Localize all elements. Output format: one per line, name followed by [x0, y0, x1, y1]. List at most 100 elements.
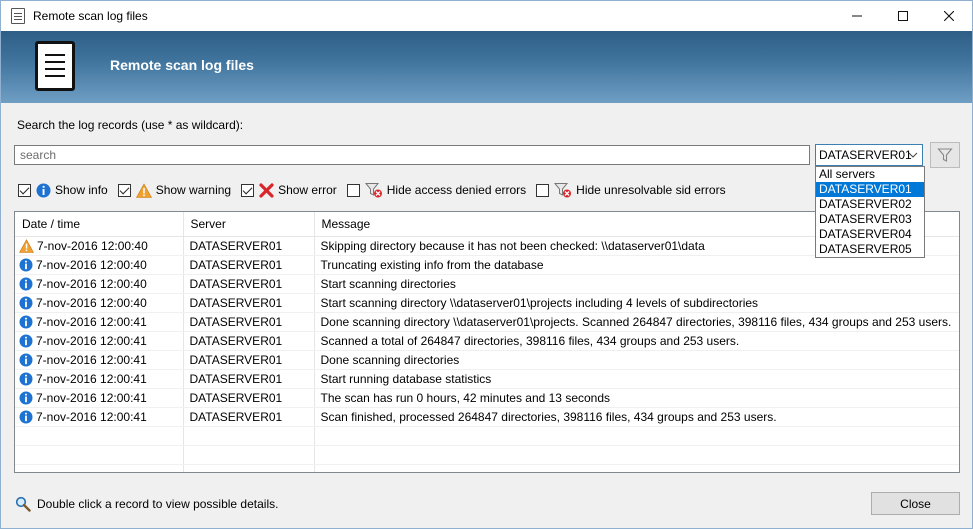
- empty-cell: [15, 426, 184, 446]
- minimize-icon: [852, 15, 862, 17]
- show-error-filter[interactable]: Show error: [241, 182, 337, 198]
- show-info-checkbox[interactable]: [18, 183, 31, 197]
- show-warning-label: Show warning: [155, 183, 232, 197]
- cell-message: Start running database statistics: [314, 369, 959, 389]
- empty-row: [15, 426, 959, 446]
- log-document-icon: [35, 41, 75, 91]
- table-row[interactable]: 7-nov-2016 12:00:40 DATASERVER01 Start sca…: [15, 293, 959, 313]
- empty-cell: [314, 464, 959, 472]
- header-banner: Remote scan log files: [1, 31, 972, 103]
- warning-icon: [135, 182, 152, 198]
- cell-server: DATASERVER01: [183, 350, 315, 370]
- show-error-checkbox[interactable]: [241, 183, 255, 197]
- hint-text: Double click a record to view possible d…: [37, 497, 279, 511]
- column-header-server[interactable]: Server: [183, 212, 315, 237]
- cell-date-time: 7-nov-2016 12:00:40: [15, 274, 184, 294]
- server-select[interactable]: DATASERVER01: [815, 144, 923, 166]
- server-option-all[interactable]: All servers: [816, 167, 924, 182]
- cell-date-time: 7-nov-2016 12:00:41: [15, 312, 184, 332]
- footer-hint: Double click a record to view possible d…: [15, 496, 278, 512]
- date-time-text: 7-nov-2016 12:00:41: [36, 314, 147, 329]
- filter-button[interactable]: [930, 142, 960, 168]
- column-header-date-time[interactable]: Date / time: [15, 212, 184, 237]
- server-option-dataserver05[interactable]: DATASERVER05: [816, 242, 924, 257]
- server-option-dataserver01[interactable]: DATASERVER01: [816, 182, 924, 197]
- info-icon: [36, 183, 51, 197]
- warning-icon: [19, 238, 34, 253]
- cell-message: Done scanning directories: [314, 350, 959, 370]
- server-dropdown-list: All servers DATASERVER01 DATASERVER02 DA…: [815, 166, 925, 258]
- maximize-icon: [898, 11, 908, 21]
- date-time-text: 7-nov-2016 12:00:41: [36, 352, 147, 367]
- empty-cell: [15, 464, 184, 472]
- show-warning-checkbox[interactable]: [117, 183, 131, 197]
- date-time-text: 7-nov-2016 12:00:40: [36, 257, 147, 272]
- hide-unresolvable-sid-checkbox[interactable]: [536, 183, 550, 197]
- close-window-button[interactable]: [926, 1, 972, 31]
- table-row[interactable]: 7-nov-2016 12:00:41 DATASERVER01 Start run…: [15, 369, 959, 389]
- server-option-dataserver03[interactable]: DATASERVER03: [816, 212, 924, 227]
- hide-unresolvable-sid-filter[interactable]: Hide unresolvable sid errors: [536, 182, 726, 198]
- table-row[interactable]: 7-nov-2016 12:00:41 DATASERVER01 The scan …: [15, 388, 959, 408]
- cell-message: Scan finished, processed 264847 director…: [314, 407, 959, 427]
- cell-message: Scanned a total of 264847 directories, 3…: [314, 331, 959, 351]
- document-icon: [11, 8, 25, 24]
- maximize-button[interactable]: [880, 1, 926, 31]
- cell-server: DATASERVER01: [183, 274, 315, 294]
- minimize-button[interactable]: [834, 1, 880, 31]
- funnel-icon: [937, 148, 953, 162]
- cell-date-time: 7-nov-2016 12:00:41: [15, 369, 184, 389]
- info-icon: [19, 296, 33, 309]
- table-row[interactable]: 7-nov-2016 12:00:41 DATASERVER01 Scan fini…: [15, 407, 959, 427]
- empty-cell: [314, 426, 959, 446]
- empty-cell: [314, 445, 959, 465]
- close-button[interactable]: Close: [871, 492, 960, 515]
- show-info-filter[interactable]: Show info: [18, 183, 108, 198]
- table-row[interactable]: 7-nov-2016 12:00:41 DATASERVER01 Scanned a…: [15, 331, 959, 351]
- server-option-dataserver02[interactable]: DATASERVER02: [816, 197, 924, 212]
- show-error-label: Show error: [278, 183, 337, 197]
- server-option-dataserver04[interactable]: DATASERVER04: [816, 227, 924, 242]
- date-time-text: 7-nov-2016 12:00:41: [36, 390, 147, 405]
- cell-message: Done scanning directory \\dataserver01\p…: [314, 312, 959, 332]
- empty-cell: [183, 426, 315, 446]
- cell-message: The scan has run 0 hours, 42 minutes and…: [314, 388, 959, 408]
- table-row[interactable]: 7-nov-2016 12:00:40 DATASERVER01 Start sca…: [15, 274, 959, 294]
- cell-date-time: 7-nov-2016 12:00:41: [15, 331, 184, 351]
- empty-row: [15, 445, 959, 465]
- hide-access-denied-checkbox[interactable]: [346, 183, 360, 197]
- hide-access-denied-filter[interactable]: Hide access denied errors: [346, 182, 527, 198]
- hide-access-denied-label: Hide access denied errors: [386, 183, 527, 197]
- date-time-text: 7-nov-2016 12:00:40: [37, 238, 148, 253]
- cell-date-time: 7-nov-2016 12:00:41: [15, 388, 184, 408]
- search-input[interactable]: [14, 145, 810, 165]
- show-warning-filter[interactable]: Show warning: [117, 182, 232, 198]
- info-icon: [19, 277, 33, 290]
- info-icon: [19, 410, 33, 423]
- cell-message: Start scanning directory \\dataserver01\…: [314, 293, 959, 313]
- chevron-down-icon: [908, 152, 918, 158]
- search-label: Search the log records (use * as wildcar…: [17, 118, 244, 132]
- grid-body: 7-nov-2016 12:00:40 DATASERVER01 Skipping …: [15, 236, 959, 472]
- cell-message: Start scanning directories: [314, 274, 959, 294]
- info-icon: [19, 258, 33, 271]
- funnel-remove-icon: [364, 183, 382, 198]
- date-time-text: 7-nov-2016 12:00:41: [36, 409, 147, 424]
- banner-title: Remote scan log files: [110, 57, 254, 73]
- cell-server: DATASERVER01: [183, 407, 315, 427]
- empty-cell: [183, 464, 315, 472]
- window-controls: [834, 1, 972, 31]
- show-info-label: Show info: [55, 183, 108, 197]
- cell-server: DATASERVER01: [183, 293, 315, 313]
- funnel-remove-icon: [554, 183, 572, 198]
- info-icon: [19, 315, 33, 328]
- empty-row: [15, 464, 959, 472]
- info-icon: [19, 372, 33, 385]
- error-cross-icon: [259, 182, 274, 198]
- table-row[interactable]: 7-nov-2016 12:00:41 DATASERVER01 Done scan…: [15, 312, 959, 332]
- hide-unresolvable-sid-label: Hide unresolvable sid errors: [576, 183, 726, 197]
- date-time-text: 7-nov-2016 12:00:40: [36, 295, 147, 310]
- table-row[interactable]: 7-nov-2016 12:00:41 DATASERVER01 Done scan…: [15, 350, 959, 370]
- close-icon: [944, 11, 954, 21]
- info-icon: [19, 353, 33, 366]
